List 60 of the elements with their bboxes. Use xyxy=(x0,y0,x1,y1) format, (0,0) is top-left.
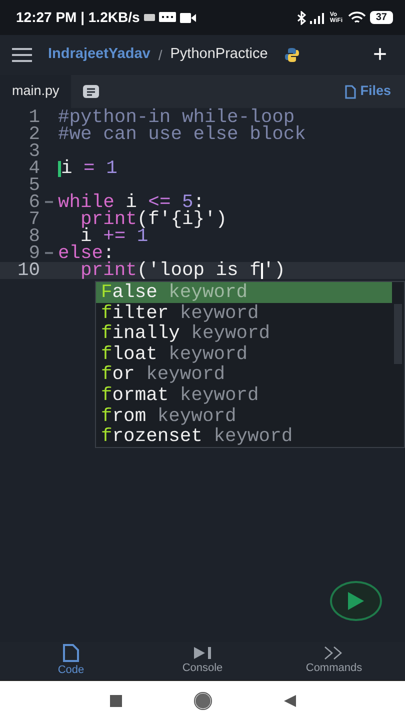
double-chevron-icon xyxy=(324,646,344,660)
code-line: while i <= 5: xyxy=(58,194,205,211)
video-icon xyxy=(180,12,196,22)
project-title: PythonPractice xyxy=(170,45,268,64)
signal-icon xyxy=(310,12,326,24)
completion-item[interactable]: False keyword xyxy=(96,282,392,303)
line-number: 1 xyxy=(28,109,40,126)
line-number: 9 xyxy=(28,245,40,262)
message-icon xyxy=(158,12,176,24)
line-number: 2 xyxy=(28,126,40,143)
line-number: 7 xyxy=(28,211,40,228)
add-button[interactable]: + xyxy=(368,43,391,67)
completion-item[interactable]: frozenset keyword xyxy=(96,426,392,447)
text-cursor xyxy=(260,262,263,278)
files-button[interactable]: Files xyxy=(339,80,397,103)
code-line: i = 1 xyxy=(58,160,118,177)
line-number: 8 xyxy=(28,228,40,245)
code-line: #python-in while-loop xyxy=(58,109,295,126)
file-icon xyxy=(63,644,79,662)
home-icon[interactable] xyxy=(194,692,212,710)
file-icon xyxy=(345,84,356,98)
play-icon xyxy=(347,591,365,611)
wifi-icon xyxy=(348,11,366,24)
file-tab[interactable]: main.py xyxy=(0,75,72,108)
scrollbar[interactable] xyxy=(394,304,402,364)
bluetooth-icon xyxy=(296,10,306,24)
nav-tab[interactable]: Code xyxy=(16,644,126,678)
line-number: 5 xyxy=(28,177,40,194)
notes-icon xyxy=(83,85,100,98)
line-number: 4 xyxy=(28,160,40,177)
cursor-marker xyxy=(58,160,61,176)
path-separator: / xyxy=(158,46,162,64)
recents-icon[interactable] xyxy=(110,694,122,706)
code-line: i += 1 xyxy=(80,228,148,245)
battery-indicator: 37 xyxy=(370,11,393,24)
line-number: 6 xyxy=(28,194,40,211)
menu-icon[interactable] xyxy=(12,48,32,62)
back-icon[interactable] xyxy=(284,694,296,706)
code-line: else: xyxy=(58,245,114,262)
completion-item[interactable]: finally keyword xyxy=(96,323,392,344)
code-line: #we can use else block xyxy=(58,126,306,143)
fold-icon[interactable] xyxy=(45,252,53,255)
play-step-icon xyxy=(194,646,212,660)
code-line: print('loop is f') xyxy=(80,262,286,279)
completion-item[interactable]: for keyword xyxy=(96,364,392,385)
completion-item[interactable]: float keyword xyxy=(96,344,392,364)
nav-tab[interactable]: Commands xyxy=(279,646,389,676)
code-line: print(f'{i}') xyxy=(80,211,228,228)
line-number: 3 xyxy=(28,143,40,160)
keyboard-icon xyxy=(144,14,155,21)
status-time: 12:27 PM | 1.2KB/s xyxy=(16,8,140,28)
python-logo-icon xyxy=(284,47,300,63)
nav-tab[interactable]: Console xyxy=(148,646,258,676)
completion-item[interactable]: format keyword xyxy=(96,384,392,406)
completion-item[interactable]: filter keyword xyxy=(96,302,392,324)
completion-item[interactable]: from keyword xyxy=(96,406,392,426)
line-number: 10 xyxy=(16,262,40,279)
fold-icon[interactable] xyxy=(45,201,53,204)
owner-link[interactable]: IndrajeetYadav xyxy=(48,44,150,66)
run-button[interactable] xyxy=(330,581,382,621)
